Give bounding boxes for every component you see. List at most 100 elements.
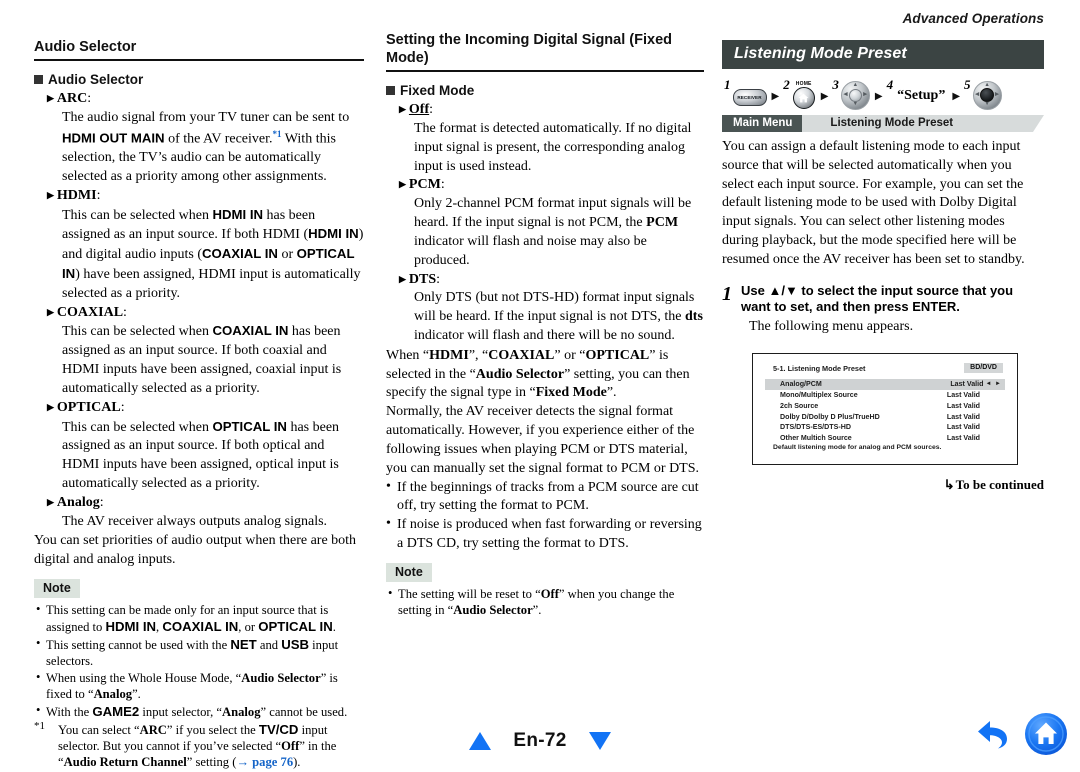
op-arrow-icon: ▶ (952, 90, 961, 102)
term-name: Analog (56, 494, 100, 510)
osd-adjust-arrows-icon[interactable]: ◄ ► (985, 381, 1002, 388)
back-arrow-icon[interactable] (976, 717, 1014, 751)
osd-header: 5-1. Listening Mode Preset BD/DVD (765, 362, 1005, 374)
term-heading: ▶ ARC: (47, 91, 92, 107)
op-step-number-2: 2 (783, 77, 790, 92)
dpad-up-arrow-icon: ▲ (852, 82, 859, 88)
triangle-bullet-icon: ▶ (47, 496, 54, 507)
dpad-icon[interactable]: ▲ ▼ ◀ ▶ (840, 80, 870, 110)
term-heading: ▶ DTS: (399, 271, 441, 287)
term-body: Only 2-channel PCM format input signals … (414, 196, 692, 268)
middle-paragraph-2: Normally, the AV receiver detects the si… (386, 404, 700, 476)
triangle-bullet-icon: ▶ (47, 189, 54, 200)
term-heading: ▶ HDMI: (47, 187, 101, 203)
term-body: This can be selected when OPTICAL IN has… (62, 418, 340, 492)
note-badge-left: Note (34, 579, 80, 599)
breadcrumb-main-menu[interactable]: Main Menu (722, 115, 814, 132)
inline-term: OPTICAL IN (212, 418, 287, 434)
osd-footer-text: Default listening mode for analog and PC… (773, 443, 942, 451)
continued-arrow-icon: ↳ (943, 476, 955, 492)
term-body: Only DTS (but not DTS-HD) format input s… (414, 290, 703, 343)
term-name: ARC (56, 91, 88, 107)
term-heading: ▶ PCM: (399, 177, 445, 193)
step-subtext: The following menu appears. (749, 319, 914, 335)
dpad-left-arrow-icon: ◀ (975, 91, 980, 98)
term-body: The AV receiver always outputs analog si… (62, 513, 328, 529)
breadcrumb-listening-mode-preset[interactable]: Listening Mode Preset (802, 115, 1044, 132)
term-name: HDMI (56, 187, 97, 203)
op-arrow-icon: ▶ (820, 90, 829, 102)
term-body: This can be selected when HDMI IN has be… (62, 206, 364, 301)
inline-term: OPTICAL (585, 347, 650, 363)
osd-row-selected[interactable]: Analog/PCM Last Valid ◄ ► (765, 379, 1005, 391)
triangle-bullet-icon: ▶ (399, 179, 406, 190)
home-button-icon[interactable]: HOME (792, 81, 816, 109)
page-reference-link[interactable]: → page 76 (236, 755, 293, 769)
osd-row-label: 2ch Source (780, 401, 819, 410)
inline-term: COAXIAL IN (201, 246, 278, 262)
listening-mode-preset-title-bar: Listening Mode Preset (722, 40, 1044, 69)
term-name: OPTICAL (56, 399, 121, 415)
section-heading-fixed-mode: Setting the Incoming Digital Signal (Fix… (386, 31, 704, 73)
step-number: 1 (722, 282, 732, 305)
inline-term: Fixed Mode (535, 385, 607, 401)
inline-term: Audio Return Channel (63, 754, 187, 769)
triangle-up-icon[interactable] (469, 732, 492, 750)
osd-row[interactable]: Dolby D/Dolby D Plus/TrueHD Last Valid (765, 412, 1005, 423)
dpad-left-arrow-icon: ◀ (843, 91, 848, 98)
page-footer: En-72 (0, 730, 1080, 752)
inline-term: OPTICAL IN (258, 619, 333, 635)
step-heading: Use ▲/▼ to select the input source that … (741, 282, 1014, 315)
term-heading: ▶ Analog: (47, 494, 104, 510)
note-item: This setting can be made only for an inp… (34, 602, 364, 636)
triangle-bullet-icon: ▶ (47, 93, 54, 104)
receiver-button-icon[interactable]: RECEIVER (732, 88, 767, 106)
bullet-item: If the beginnings of tracks from a PCM s… (386, 478, 704, 517)
term-name: COAXIAL (56, 304, 124, 320)
osd-row-label: Analog/PCM (780, 380, 822, 389)
inline-term: HDMI OUT MAIN (62, 130, 165, 146)
triangle-down-icon[interactable] (588, 732, 611, 750)
right-column: Listening Mode Preset 1 RECEIVER ▶ 2 HOM… (722, 0, 1044, 764)
dpad-up-arrow-icon: ▲ (984, 82, 990, 88)
op-step-number-5: 5 (964, 77, 971, 92)
dpad-enter-icon[interactable]: ▲ ▼ ◀ ▶ (972, 80, 1002, 110)
osd-row-label: Other Multich Source (780, 434, 852, 443)
note-item: The setting will be reset to “Off” when … (386, 586, 704, 619)
bullet-item: If noise is produced when fast forwardin… (386, 515, 704, 554)
term-name: DTS (408, 271, 437, 287)
term-name: PCM (408, 177, 441, 193)
osd-source-badge: BD/DVD (964, 362, 1003, 374)
osd-row-value: Last Valid (946, 423, 980, 432)
op-arrow-icon: ▶ (771, 90, 780, 102)
footnote-marker[interactable]: *1 (273, 129, 282, 139)
op-step-setup-label: “Setup” (897, 88, 946, 103)
note-item: When using the Whole House Mode, “Audio … (34, 670, 364, 703)
dpad-down-arrow-icon: ▼ (984, 100, 990, 107)
note-item: This setting cannot be used with the NET… (34, 636, 364, 670)
term-heading: ▶ Off: (399, 102, 434, 118)
home-icon[interactable] (1024, 712, 1068, 756)
osd-row-value: Last Valid (946, 401, 980, 410)
osd-row[interactable]: Other Multich Source Last Valid (765, 433, 1005, 444)
right-intro-paragraph: You can assign a default listening mode … (722, 139, 1025, 267)
manual-page: Advanced Operations Audio Selector Audio… (0, 0, 1080, 769)
inline-term: COAXIAL IN (212, 323, 289, 339)
osd-row-value-wrap: Last Valid ◄ ► (950, 380, 1002, 388)
subsection-heading-fixed-mode: Fixed Mode (386, 83, 704, 98)
inline-term: COAXIAL IN (162, 619, 239, 635)
inline-term: HDMI IN (212, 206, 264, 222)
inline-term: dts (685, 309, 703, 325)
osd-row[interactable]: DTS/DTS-ES/DTS-HD Last Valid (765, 422, 1005, 433)
osd-row-label: Dolby D/Dolby D Plus/TrueHD (780, 412, 880, 421)
navigation-buttons (976, 712, 1068, 756)
middle-term-list: ▶ Off: The format is detected automaticall… (386, 101, 704, 346)
square-bullet-icon (386, 86, 395, 96)
osd-row[interactable]: Mono/Multiplex Source Last Valid (765, 390, 1005, 401)
triangle-bullet-icon: ▶ (47, 306, 54, 317)
inline-term: Audio Selector (453, 602, 533, 617)
osd-row-label: Mono/Multiplex Source (780, 391, 858, 400)
op-step-number-3: 3 (832, 77, 839, 92)
osd-row[interactable]: 2ch Source Last Valid (765, 401, 1005, 412)
inline-term: NET (230, 637, 257, 653)
